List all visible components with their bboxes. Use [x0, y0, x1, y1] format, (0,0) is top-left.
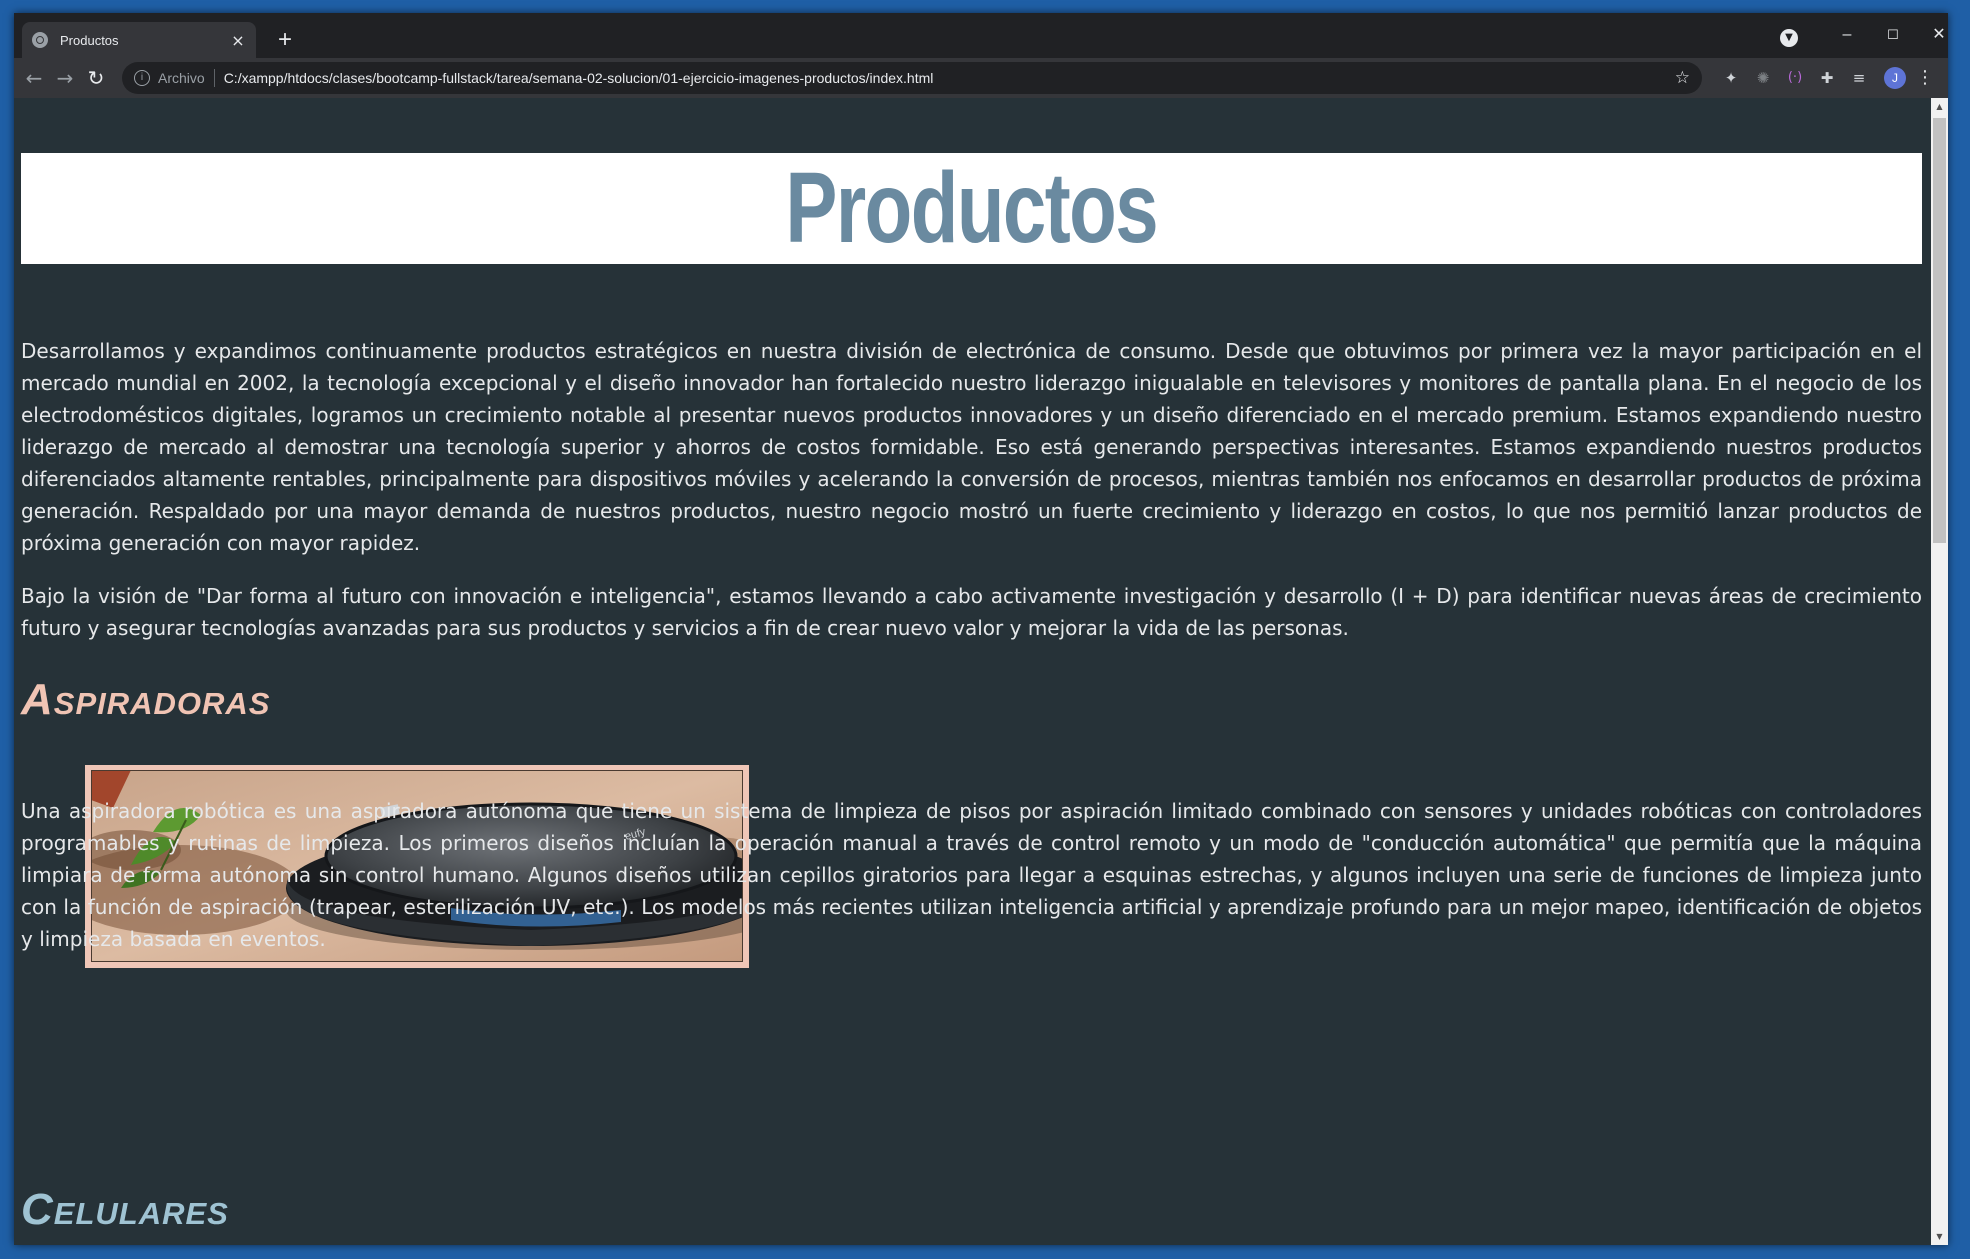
- globe-icon: [32, 32, 48, 48]
- reload-icon[interactable]: ↻: [81, 63, 111, 93]
- page-viewport: Productos Desarrollamos y expandimos con…: [14, 98, 1931, 1245]
- browser-window: Productos × + ▼ – ☐ ✕ ← → ↻ i Archivo C:…: [14, 13, 1948, 1245]
- info-icon[interactable]: i: [134, 70, 150, 86]
- intro-paragraph-2: Bajo la visión de "Dar forma al futuro c…: [21, 584, 1922, 640]
- section-title-aspiradoras: Aspiradoras: [21, 675, 271, 724]
- extensions-puzzle-icon[interactable]: ✚: [1816, 67, 1838, 89]
- security-label: Archivo: [158, 70, 205, 86]
- menu-kebab-icon[interactable]: ⋮: [1916, 67, 1934, 89]
- maximize-button[interactable]: ☐: [1870, 21, 1916, 49]
- reading-list-icon[interactable]: ≡: [1848, 67, 1870, 89]
- scroll-up-arrow-icon[interactable]: ▲: [1931, 98, 1948, 115]
- back-arrow-icon[interactable]: ←: [19, 63, 49, 93]
- tab-search-icon[interactable]: ▼: [1780, 29, 1798, 47]
- vertical-scrollbar[interactable]: ▲ ▼: [1931, 98, 1948, 1245]
- scrollbar-thumb[interactable]: [1933, 118, 1946, 543]
- bookmark-star-icon[interactable]: ☆: [1675, 68, 1690, 88]
- profile-avatar[interactable]: J: [1884, 67, 1906, 89]
- extension-bird-icon[interactable]: ✦: [1720, 67, 1742, 89]
- page-header: Productos: [21, 153, 1922, 264]
- aspiradoras-description: Una aspiradora robótica es una aspirador…: [21, 795, 1922, 955]
- divider: [213, 69, 215, 87]
- url-text[interactable]: C:/xampp/htdocs/clases/bootcamp-fullstac…: [224, 70, 1675, 86]
- intro-paragraph-1: Desarrollamos y expandimos continuamente…: [21, 339, 1922, 555]
- new-tab-button[interactable]: +: [272, 27, 298, 53]
- browser-toolbar: ← → ↻ i Archivo C:/xampp/htdocs/clases/b…: [14, 58, 1948, 98]
- aspiradoras-paragraph: Una aspiradora robótica es una aspirador…: [21, 799, 1922, 951]
- tab-productos[interactable]: Productos ×: [22, 22, 256, 58]
- tab-close-icon[interactable]: ×: [230, 31, 246, 50]
- tab-strip: Productos × + ▼ – ☐ ✕: [14, 13, 1948, 58]
- extension-gear-icon[interactable]: ✺: [1752, 67, 1774, 89]
- close-window-button[interactable]: ✕: [1916, 21, 1948, 49]
- intro-text: Desarrollamos y expandimos continuamente…: [21, 335, 1922, 644]
- address-bar[interactable]: i Archivo C:/xampp/htdocs/clases/bootcam…: [122, 62, 1702, 94]
- scroll-down-arrow-icon[interactable]: ▼: [1931, 1228, 1948, 1245]
- page-title: Productos: [785, 152, 1159, 264]
- minimize-button[interactable]: –: [1824, 21, 1870, 49]
- forward-arrow-icon[interactable]: →: [50, 63, 80, 93]
- extension-brackets-icon[interactable]: (·): [1784, 67, 1806, 89]
- section-title-celulares: Celulares: [21, 1185, 229, 1234]
- tab-title: Productos: [60, 32, 119, 48]
